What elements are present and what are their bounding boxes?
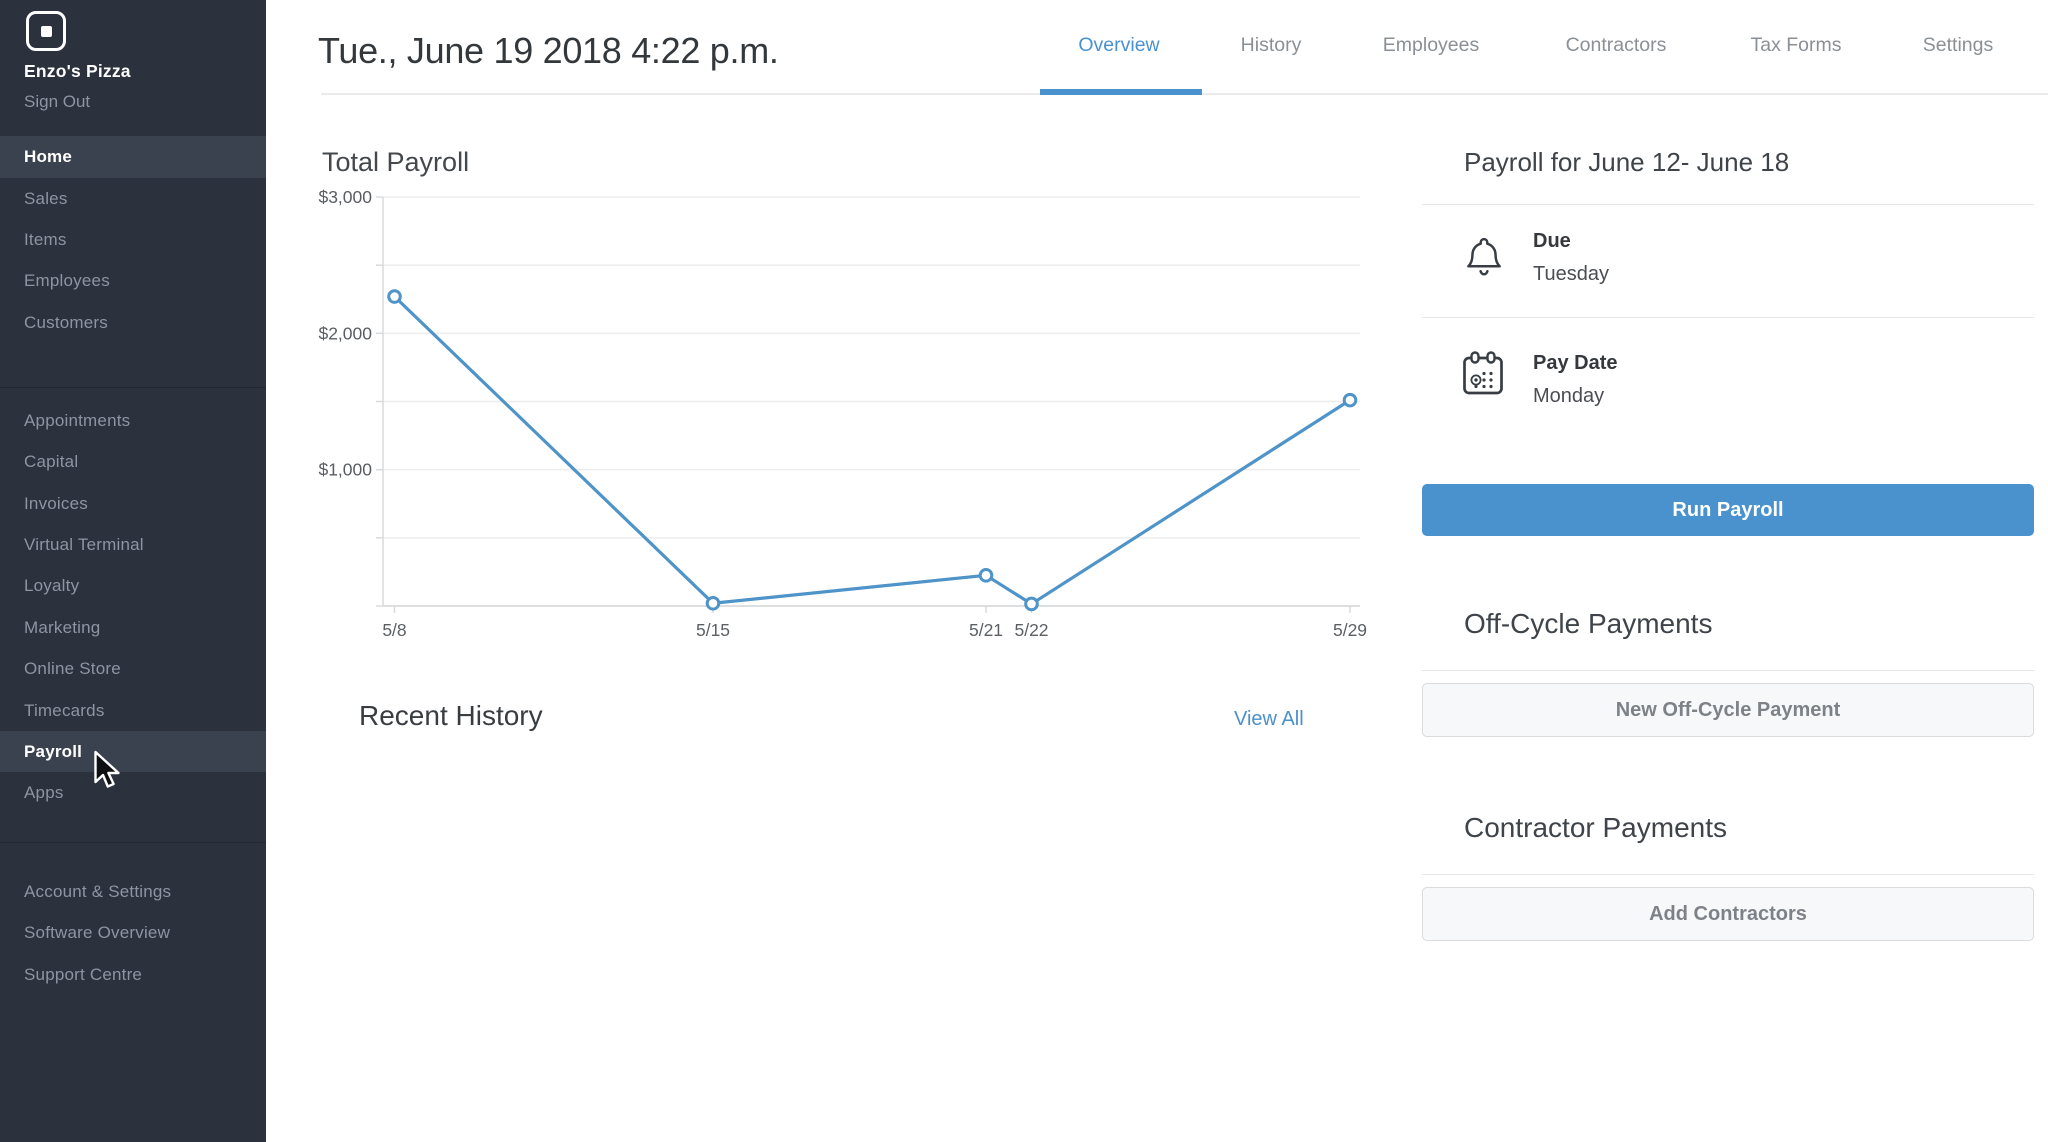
- svg-text:5/22: 5/22: [1014, 620, 1048, 640]
- run-payroll-button[interactable]: Run Payroll: [1422, 484, 2034, 536]
- divider: [0, 842, 266, 843]
- square-payroll-dashboard: Enzo's Pizza Sign Out HomeSalesItemsEmpl…: [0, 0, 2048, 1142]
- tab-settings[interactable]: Settings: [1923, 34, 1993, 57]
- sidebar-item-loyalty[interactable]: Loyalty: [0, 565, 266, 606]
- pay-date-value: Monday: [1533, 385, 1604, 408]
- sidebar-item-capital[interactable]: Capital: [0, 441, 266, 482]
- sidebar-item-timecards[interactable]: Timecards: [0, 690, 266, 731]
- add-contractors-button[interactable]: Add Contractors: [1422, 887, 2034, 941]
- sign-out-link[interactable]: Sign Out: [24, 92, 90, 112]
- view-all-link[interactable]: View All: [1234, 708, 1304, 731]
- divider: [0, 387, 266, 388]
- sidebar-group-account: Account & SettingsSoftware OverviewSuppo…: [0, 871, 266, 995]
- square-logo[interactable]: [26, 11, 66, 51]
- divider: [1422, 204, 2034, 205]
- new-off-cycle-payment-button[interactable]: New Off-Cycle Payment: [1422, 683, 2034, 737]
- sidebar-item-apps[interactable]: Apps: [0, 772, 266, 813]
- sidebar-group-services: AppointmentsCapitalInvoicesVirtual Termi…: [0, 400, 266, 814]
- off-cycle-title: Off-Cycle Payments: [1464, 608, 1712, 640]
- sidebar-item-customers[interactable]: Customers: [0, 302, 266, 343]
- svg-text:5/8: 5/8: [382, 620, 406, 640]
- sidebar-item-invoices[interactable]: Invoices: [0, 483, 266, 524]
- svg-text:$3,000: $3,000: [318, 187, 372, 207]
- svg-text:$2,000: $2,000: [318, 323, 372, 343]
- tab-contractors[interactable]: Contractors: [1566, 34, 1667, 57]
- sidebar-item-employees[interactable]: Employees: [0, 260, 266, 301]
- recent-history-title: Recent History: [359, 700, 543, 732]
- active-tab-underline: [1040, 89, 1202, 95]
- calendar-icon: [1459, 349, 1507, 399]
- payroll-period-title: Payroll for June 12- June 18: [1464, 147, 1789, 178]
- chart-title: Total Payroll: [322, 147, 469, 178]
- page-title: Tue., June 19 2018 4:22 p.m.: [318, 30, 779, 72]
- svg-text:5/29: 5/29: [1333, 620, 1367, 640]
- sidebar-item-home[interactable]: Home: [0, 136, 266, 177]
- tab-employees[interactable]: Employees: [1383, 34, 1479, 57]
- sidebar-item-appointments[interactable]: Appointments: [0, 400, 266, 441]
- divider: [1422, 670, 2034, 671]
- divider: [1422, 317, 2034, 318]
- sidebar-item-account-settings[interactable]: Account & Settings: [0, 871, 266, 912]
- sidebar-item-software-overview[interactable]: Software Overview: [0, 912, 266, 953]
- business-name: Enzo's Pizza: [24, 61, 131, 82]
- divider: [1422, 874, 2034, 875]
- square-logo-inner: [41, 26, 52, 37]
- sidebar-item-online-store[interactable]: Online Store: [0, 648, 266, 689]
- sidebar-item-virtual-terminal[interactable]: Virtual Terminal: [0, 524, 266, 565]
- sidebar-item-support-centre[interactable]: Support Centre: [0, 954, 266, 995]
- tab-tax-forms[interactable]: Tax Forms: [1750, 34, 1841, 57]
- bell-icon: [1462, 234, 1506, 280]
- sidebar: Enzo's Pizza Sign Out HomeSalesItemsEmpl…: [0, 0, 266, 1142]
- sidebar-group-main: HomeSalesItemsEmployeesCustomers: [0, 136, 266, 343]
- sidebar-item-payroll[interactable]: Payroll: [0, 731, 266, 772]
- svg-text:5/21: 5/21: [969, 620, 1003, 640]
- due-label: Due: [1533, 230, 1571, 253]
- sidebar-item-sales[interactable]: Sales: [0, 178, 266, 219]
- svg-text:5/15: 5/15: [696, 620, 730, 640]
- contractor-payments-title: Contractor Payments: [1464, 812, 1727, 844]
- tab-history[interactable]: History: [1241, 34, 1302, 57]
- svg-text:$1,000: $1,000: [318, 460, 372, 480]
- sidebar-item-items[interactable]: Items: [0, 219, 266, 260]
- tab-overview[interactable]: Overview: [1078, 34, 1159, 57]
- due-value: Tuesday: [1533, 263, 1609, 286]
- sidebar-item-marketing[interactable]: Marketing: [0, 607, 266, 648]
- pay-date-label: Pay Date: [1533, 352, 1618, 375]
